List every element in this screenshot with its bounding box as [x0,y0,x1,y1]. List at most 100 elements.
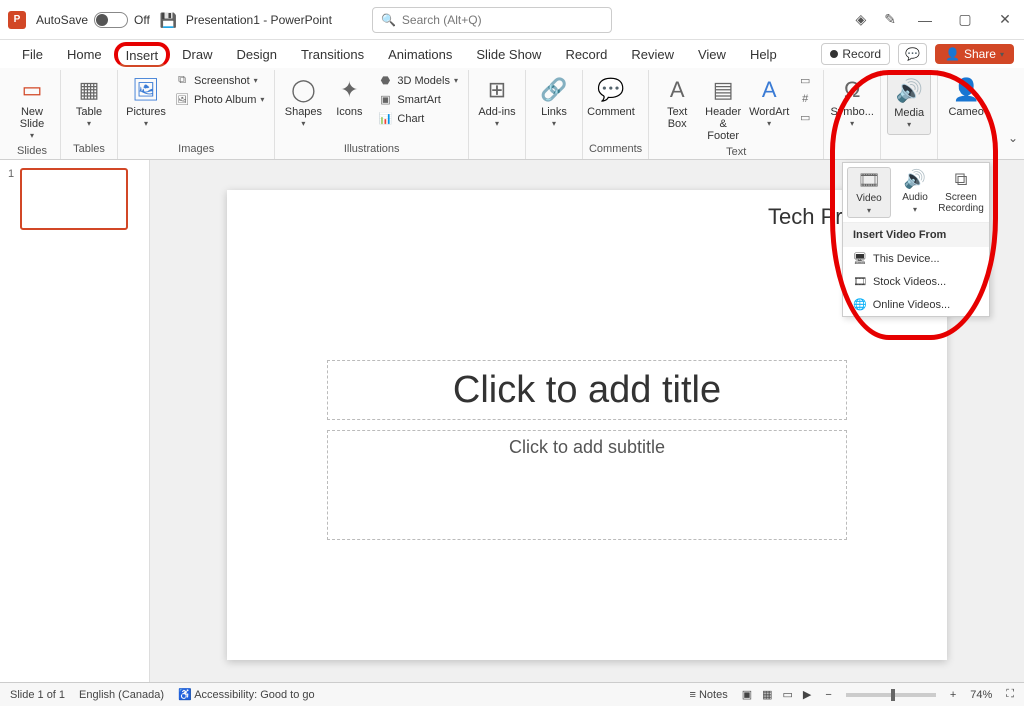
slide-thumbnail[interactable] [20,168,128,230]
autosave-toggle[interactable]: AutoSave Off [36,12,150,28]
record-button[interactable]: Record [821,43,890,65]
reading-view-button[interactable]: ▭ [783,688,793,701]
media-button[interactable]: 🔊 Media ▾ [887,72,931,135]
object-icon: ▭ [797,111,813,124]
maximize-button[interactable]: ▢ [954,11,976,28]
tab-draw[interactable]: Draw [170,43,224,66]
slide-number-button[interactable]: # [793,91,817,107]
zoom-in-button[interactable]: + [950,689,956,701]
comments-pane-button[interactable]: 💬 [898,43,927,65]
zoom-out-button[interactable]: − [825,689,831,701]
cameo-icon: 👤 [952,76,979,104]
tab-design[interactable]: Design [225,43,289,66]
thumb-number: 1 [8,168,14,230]
toggle-off-icon[interactable] [94,12,128,28]
tab-home[interactable]: Home [55,43,114,66]
group-label: Text [655,146,817,160]
icons-icon: ✦ [340,76,358,104]
textbox-button[interactable]: A Text Box [655,72,699,134]
tab-file[interactable]: File [10,43,55,66]
tab-review[interactable]: Review [619,43,686,66]
links-button[interactable]: 🔗 Links ▾ [532,72,576,133]
search-placeholder: Search (Alt+Q) [402,13,482,27]
addins-button[interactable]: ⊞ Add-ins ▾ [475,72,519,133]
header-footer-button[interactable]: ▤ Header & Footer [701,72,745,146]
title-placeholder[interactable]: Click to add title [327,360,847,420]
group-label: Tables [67,143,111,157]
chevron-down-icon: ▾ [1000,50,1004,59]
statusbar: Slide 1 of 1 English (Canada) ♿ Accessib… [0,682,1024,706]
accessibility-indicator[interactable]: ♿ Accessibility: Good to go [178,688,315,701]
table-button[interactable]: ▦ Table ▾ [67,72,111,133]
sorter-view-button[interactable]: ▦ [762,688,772,701]
collapse-ribbon-button[interactable]: ⌄ [1008,131,1018,145]
group-addins: ⊞ Add-ins ▾ [469,70,526,159]
cube-icon: ⬣ [377,74,393,87]
powerpoint-icon: P [8,11,26,29]
3d-models-button[interactable]: ⬣3D Models ▾ [373,72,462,89]
notes-button[interactable]: ≡ Notes [689,689,727,701]
group-symbols: Ω Symbo... ▾ [824,70,881,159]
group-slides: ▭ New Slide ▾ Slides [4,70,61,159]
date-button[interactable]: ▭ [793,72,817,89]
group-illustrations: ◯ Shapes ▾ ✦ Icons ⬣3D Models ▾ ▣SmartAr… [275,70,469,159]
tab-view[interactable]: View [686,43,738,66]
comment-button[interactable]: 💬 Comment [589,72,633,122]
normal-view-button[interactable]: ▣ [742,688,752,701]
fit-to-window-button[interactable]: ⛶ [1006,688,1014,701]
object-button[interactable]: ▭ [793,109,817,126]
omega-icon: Ω [844,76,860,104]
share-icon: 👤 [945,47,960,61]
screenshot-button[interactable]: ⧉Screenshot ▾ [170,72,268,89]
tab-record[interactable]: Record [553,43,619,66]
new-slide-icon: ▭ [22,76,43,104]
tab-slideshow[interactable]: Slide Show [464,43,553,66]
globe-icon: 🌐 [853,298,867,311]
ribbon: ▭ New Slide ▾ Slides ▦ Table ▾ Tables 🖼 … [0,68,1024,160]
zoom-slider[interactable] [846,693,936,697]
chart-button[interactable]: 📊Chart [373,110,462,127]
minimize-button[interactable]: — [914,12,936,28]
slide-canvas[interactable]: Tech Presenters Click to add title Click… [227,190,947,660]
titlebar: P AutoSave Off 💾 Presentation1 - PowerPo… [0,0,1024,40]
cameo-button[interactable]: 👤 Cameo [944,72,988,122]
group-tables: ▦ Table ▾ Tables [61,70,118,159]
shapes-button[interactable]: ◯ Shapes ▾ [281,72,325,133]
wordart-button[interactable]: A WordArt ▾ [747,72,791,133]
pen-icon[interactable]: ✎ [884,11,896,28]
subtitle-placeholder[interactable]: Click to add subtitle [327,430,847,540]
new-slide-button[interactable]: ▭ New Slide ▾ [10,72,54,145]
tab-transitions[interactable]: Transitions [289,43,376,66]
screen-recording-button[interactable]: ⧉ Screen Recording [939,167,983,218]
tab-help[interactable]: Help [738,43,789,66]
video-stock[interactable]: 🎞 Stock Videos... [843,270,989,293]
group-text: A Text Box ▤ Header & Footer A WordArt ▾… [649,70,824,159]
device-icon: 🖥 [853,252,867,265]
group-label: Slides [10,145,54,159]
addins-icon: ⊞ [488,76,506,104]
photo-album-icon: 🖼 [174,93,190,106]
autosave-label: AutoSave [36,13,88,27]
video-menu-button[interactable]: 🎞 Video ▾ [847,167,891,218]
tab-insert[interactable]: Insert [114,42,171,67]
search-input[interactable]: 🔍 Search (Alt+Q) [372,7,612,33]
save-icon[interactable]: 💾 [160,12,176,28]
close-button[interactable]: ✕ [994,11,1016,28]
stock-icon: 🎞 [853,275,867,288]
diamond-icon[interactable]: ◈ [855,11,866,28]
tab-animations[interactable]: Animations [376,43,464,66]
smartart-button[interactable]: ▣SmartArt [373,91,462,108]
symbols-button[interactable]: Ω Symbo... ▾ [830,72,874,133]
screen-recording-icon: ⧉ [955,169,968,190]
icons-button[interactable]: ✦ Icons [327,72,371,122]
record-label: Record [842,47,881,61]
video-online[interactable]: 🌐 Online Videos... [843,293,989,316]
language-indicator[interactable]: English (Canada) [79,689,164,701]
audio-menu-button[interactable]: 🔊 Audio ▾ [893,167,937,218]
slideshow-view-button[interactable]: ▶ [803,688,811,701]
share-button[interactable]: 👤 Share ▾ [935,44,1014,64]
zoom-level[interactable]: 74% [970,689,992,701]
video-this-device[interactable]: 🖥 This Device... [843,247,989,270]
pictures-button[interactable]: 🖼 Pictures ▾ [124,72,168,133]
photo-album-button[interactable]: 🖼Photo Album ▾ [170,91,268,108]
